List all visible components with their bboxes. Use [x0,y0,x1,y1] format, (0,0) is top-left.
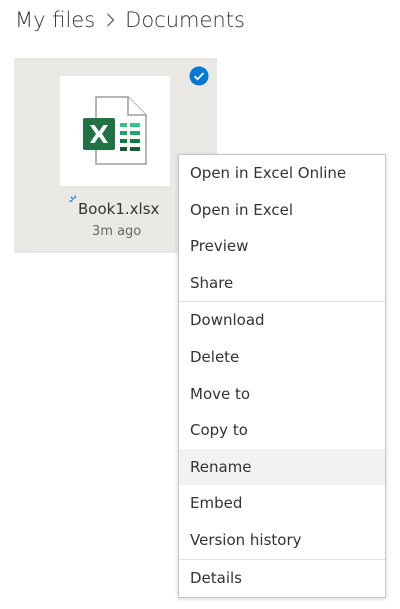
menu-item-delete[interactable]: Delete [179,339,385,376]
menu-item-copy-to[interactable]: Copy to [179,412,385,449]
menu-item-version-history[interactable]: Version history [179,522,385,559]
menu-group-open: Open in Excel Online Open in Excel Previ… [179,155,385,303]
menu-group-info: Details [179,560,385,597]
page: My files Documents Book1.xlsx 3m ago Ope… [0,0,400,609]
menu-item-preview[interactable]: Preview [179,228,385,265]
menu-group-actions: Download Delete Move to Copy to Rename E… [179,302,385,560]
file-modified-time: 3m ago [92,224,142,239]
selected-check-icon[interactable] [189,66,209,86]
menu-item-download[interactable]: Download [179,302,385,339]
menu-item-embed[interactable]: Embed [179,485,385,522]
breadcrumb: My files Documents [15,4,245,36]
menu-item-open-in-excel[interactable]: Open in Excel [179,192,385,229]
file-name[interactable]: Book1.xlsx [78,200,159,218]
menu-item-rename[interactable]: Rename [179,448,385,486]
menu-item-open-in-excel-online[interactable]: Open in Excel Online [179,155,385,192]
excel-file-icon [83,96,147,165]
breadcrumb-my-files[interactable]: My files [15,8,95,32]
breadcrumb-documents[interactable]: Documents [125,8,245,32]
chevron-right-icon [95,13,125,27]
menu-item-details[interactable]: Details [179,560,385,597]
menu-item-share[interactable]: Share [179,265,385,302]
menu-item-move-to[interactable]: Move to [179,376,385,413]
context-menu: Open in Excel Online Open in Excel Previ… [178,154,386,598]
file-thumbnail[interactable] [60,76,170,186]
